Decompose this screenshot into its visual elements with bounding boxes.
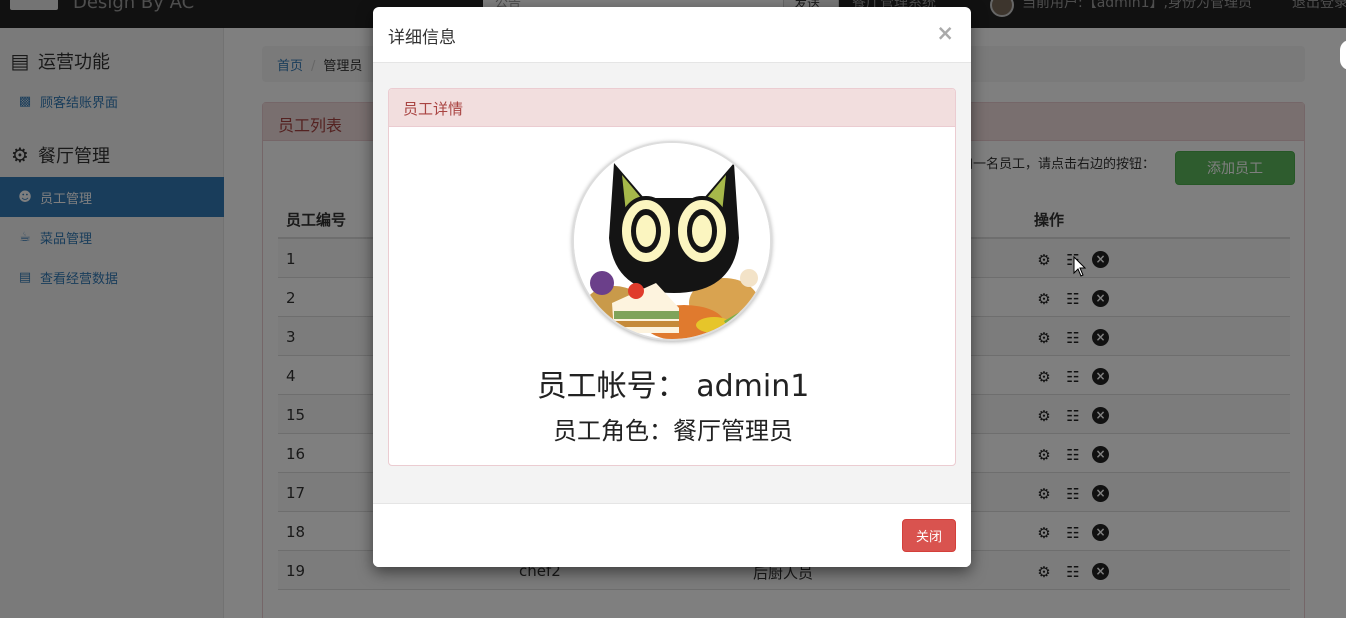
modal-title: 详细信息 xyxy=(388,28,456,48)
staff-detail-modal: 详细信息 × 员工详情 员工帐号： admin1 员工角色：餐厅管理员 关闭 xyxy=(373,7,971,567)
mouse-cursor-icon xyxy=(1073,256,1087,277)
modal-footer: 关闭 xyxy=(373,503,971,567)
modal-body: 员工详情 员工帐号： admin1 员工角色：餐厅管理员 xyxy=(373,63,971,503)
staff-role-text: 员工角色：餐厅管理员 xyxy=(553,417,793,445)
staff-detail-title: 员工详情 xyxy=(389,89,955,127)
staff-account-text: 员工帐号： admin1 xyxy=(536,369,810,404)
close-button[interactable]: 关闭 xyxy=(902,519,956,552)
modal-header: 详细信息 × xyxy=(373,7,971,63)
close-icon[interactable]: × xyxy=(936,21,954,45)
cat-avatar-illustration xyxy=(574,143,770,339)
corner-widget[interactable] xyxy=(1340,40,1346,70)
staff-avatar xyxy=(572,141,772,341)
staff-detail-panel: 员工详情 员工帐号： admin1 员工角色：餐厅管理员 xyxy=(388,88,956,466)
